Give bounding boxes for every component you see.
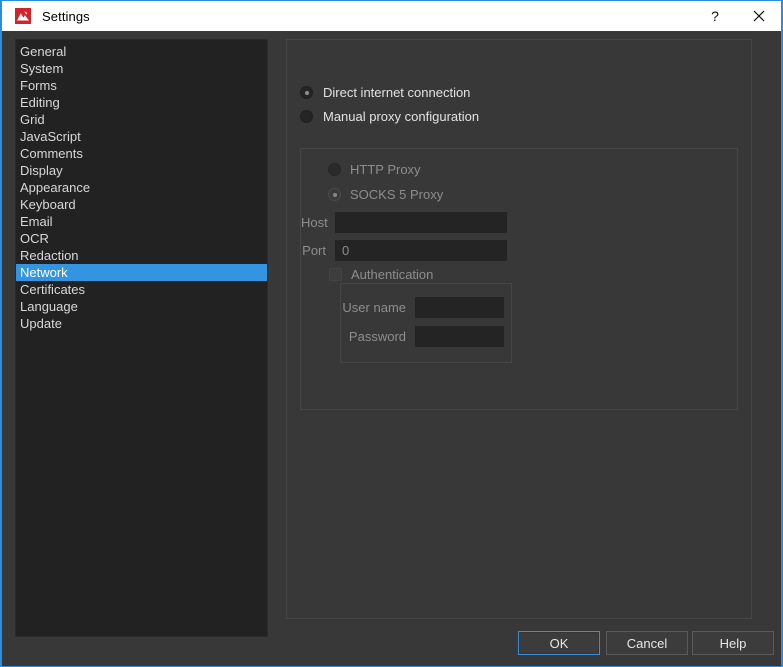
port-input: 0	[335, 240, 507, 261]
password-label: Password	[348, 329, 406, 344]
sidebar-item-email[interactable]: Email	[16, 213, 267, 230]
sidebar-item-redaction[interactable]: Redaction	[16, 247, 267, 264]
sidebar-item-ocr[interactable]: OCR	[16, 230, 267, 247]
user-name-input	[415, 297, 504, 318]
port-field-row: Port 0	[301, 240, 507, 261]
checkbox-label-authentication: Authentication	[351, 267, 434, 282]
settings-dialog-window: Settings ? General System Forms Editing …	[0, 0, 783, 667]
radio-label-http-proxy: HTTP Proxy	[350, 162, 421, 177]
radio-indicator-socks5-proxy	[328, 188, 341, 201]
pdf-xchange-logo-icon	[15, 8, 31, 24]
authentication-credentials-group: User name Password	[340, 283, 512, 363]
radio-indicator-http-proxy	[328, 163, 341, 176]
sidebar-item-update[interactable]: Update	[16, 315, 267, 332]
dialog-footer: OK Cancel Help	[2, 627, 781, 666]
host-field-row: Host	[301, 212, 507, 233]
host-input	[335, 212, 507, 233]
sidebar-item-forms[interactable]: Forms	[16, 77, 267, 94]
window-title: Settings	[42, 8, 90, 24]
port-label: Port	[302, 243, 326, 258]
help-button[interactable]: Help	[692, 631, 774, 655]
sidebar-item-system[interactable]: System	[16, 60, 267, 77]
sidebar-item-comments[interactable]: Comments	[16, 145, 267, 162]
user-name-label: User name	[342, 300, 406, 315]
host-label: Host	[301, 215, 328, 230]
password-input	[415, 326, 504, 347]
radio-http-proxy: HTTP Proxy	[328, 162, 421, 177]
radio-direct-internet-connection[interactable]: Direct internet connection	[300, 85, 470, 100]
help-icon[interactable]: ?	[693, 1, 737, 31]
sidebar-item-certificates[interactable]: Certificates	[16, 281, 267, 298]
sidebar-item-network[interactable]: Network	[16, 264, 267, 281]
proxy-configuration-group: HTTP Proxy SOCKS 5 Proxy Host Port 0 Aut…	[300, 148, 738, 410]
checkbox-indicator-authentication	[329, 268, 342, 281]
sidebar-item-appearance[interactable]: Appearance	[16, 179, 267, 196]
checkbox-authentication: Authentication	[329, 267, 433, 282]
network-settings-panel: Direct internet connection Manual proxy …	[286, 39, 752, 619]
user-name-field-row: User name	[341, 297, 504, 318]
radio-label-direct: Direct internet connection	[323, 85, 471, 100]
close-icon[interactable]	[737, 1, 781, 31]
sidebar-item-display[interactable]: Display	[16, 162, 267, 179]
sidebar-item-grid[interactable]: Grid	[16, 111, 267, 128]
settings-category-list[interactable]: General System Forms Editing Grid JavaSc…	[15, 39, 268, 637]
radio-indicator-direct	[300, 86, 313, 99]
sidebar-item-javascript[interactable]: JavaScript	[16, 128, 267, 145]
sidebar-item-editing[interactable]: Editing	[16, 94, 267, 111]
radio-manual-proxy-configuration[interactable]: Manual proxy configuration	[300, 109, 479, 124]
cancel-button[interactable]: Cancel	[606, 631, 688, 655]
radio-label-socks5-proxy: SOCKS 5 Proxy	[350, 187, 444, 202]
sidebar-item-general[interactable]: General	[16, 43, 267, 60]
radio-label-manual: Manual proxy configuration	[323, 109, 480, 124]
sidebar-item-language[interactable]: Language	[16, 298, 267, 315]
password-field-row: Password	[341, 326, 504, 347]
radio-socks5-proxy: SOCKS 5 Proxy	[328, 187, 443, 202]
sidebar-item-keyboard[interactable]: Keyboard	[16, 196, 267, 213]
radio-indicator-manual	[300, 110, 313, 123]
ok-button[interactable]: OK	[518, 631, 600, 655]
title-bar[interactable]: Settings ?	[2, 1, 781, 31]
dialog-body: General System Forms Editing Grid JavaSc…	[2, 31, 781, 666]
